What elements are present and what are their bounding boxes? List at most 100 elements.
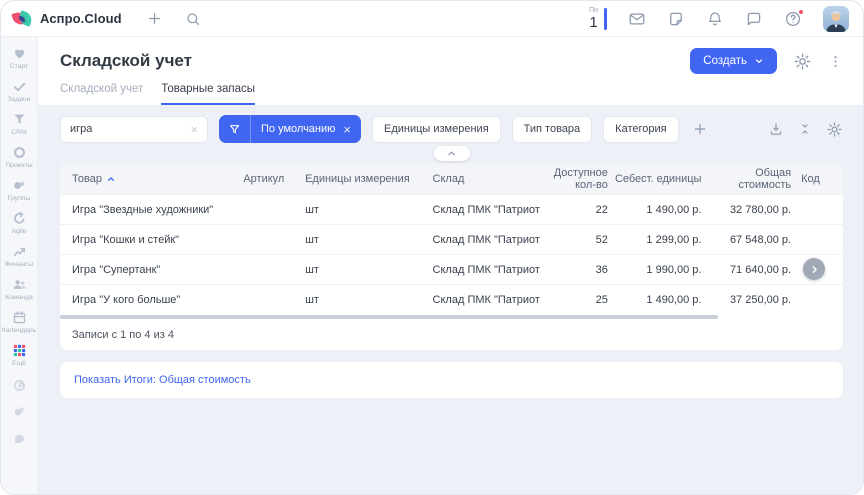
start-icon: [12, 46, 27, 61]
calendar-widget[interactable]: Пн 1: [589, 7, 607, 30]
column-header-warehouse[interactable]: Склад: [433, 173, 541, 185]
help-button[interactable]: [784, 10, 802, 28]
page-settings-button[interactable]: [793, 52, 812, 71]
row-open-button[interactable]: [803, 258, 825, 280]
scrollbar-thumb[interactable]: [60, 315, 718, 319]
column-header-qty[interactable]: Доступное кол-во: [540, 167, 608, 191]
table-header-row: Товар Артикул Единицы измерения Склад До…: [60, 163, 843, 194]
main-area: Складской учет Создать: [38, 37, 863, 494]
collapse-vertical-icon: [798, 122, 812, 136]
pinned-app-icon: [12, 378, 27, 393]
team-icon: [12, 277, 27, 292]
sidebar-item-projects[interactable]: Проекты: [1, 145, 37, 169]
sidebar-item-calendar[interactable]: Календарь: [1, 310, 37, 334]
pinned-app-icon: [12, 404, 27, 419]
sidebar-pinned-app-3[interactable]: [1, 430, 37, 445]
pinned-app-icon: [12, 430, 27, 445]
filter-chip-product-type[interactable]: Тип товара: [512, 116, 593, 143]
note-icon: [667, 10, 685, 28]
sidebar-item-team[interactable]: Команда: [1, 277, 37, 301]
column-header-unit-cost[interactable]: Себест. единицы: [608, 173, 702, 185]
global-search-button[interactable]: [185, 11, 201, 27]
stock-table: Товар Артикул Единицы измерения Склад До…: [60, 163, 843, 350]
table-row[interactable]: Игра "Звездные художники" шт Склад ПМК "…: [60, 194, 843, 224]
filter-chip-units[interactable]: Единицы измерения: [372, 116, 501, 143]
calendar-day: 1: [589, 15, 597, 30]
crm-funnel-icon: [12, 112, 27, 127]
tab-warehouse-accounting[interactable]: Складской учет: [60, 83, 143, 105]
table-row[interactable]: Игра "Кошки и стейк" шт Склад ПМК "Патри…: [60, 224, 843, 254]
kebab-menu-icon: [828, 54, 843, 69]
search-icon: [185, 11, 201, 27]
search-box: ×: [60, 116, 208, 143]
download-icon: [768, 121, 784, 137]
filter-preset-label: По умолчанию: [261, 123, 335, 135]
add-filter-button[interactable]: [692, 121, 708, 137]
chevron-down-icon: [754, 56, 764, 66]
search-input[interactable]: [70, 123, 190, 135]
finance-icon: [12, 244, 27, 259]
topbar: Аспро.Cloud Пн 1: [1, 1, 863, 37]
sidebar-item-agile[interactable]: Agile: [1, 211, 37, 235]
table-settings-button[interactable]: [826, 121, 843, 138]
column-header-total-cost[interactable]: Общая стоимость: [701, 167, 791, 191]
page-header: Складской учет Создать: [38, 37, 863, 105]
horizontal-scrollbar: [60, 314, 843, 320]
table-row[interactable]: Игра "У кого больше" шт Склад ПМК "Патри…: [60, 284, 843, 314]
column-header-code[interactable]: Код: [791, 173, 831, 185]
plus-icon: [146, 10, 163, 27]
chat-button[interactable]: [745, 10, 763, 28]
filter-bar: × По умолчанию × Единицы измерения Тип т…: [60, 115, 843, 143]
user-avatar[interactable]: [823, 6, 849, 32]
calendar-weekday: Пн: [589, 7, 598, 14]
mail-button[interactable]: [628, 10, 646, 28]
sidebar-item-crm[interactable]: CRM: [1, 112, 37, 136]
clear-search-button[interactable]: ×: [190, 123, 198, 136]
tabs: Складской учет Товарные запасы: [60, 83, 843, 105]
brand[interactable]: Аспро.Cloud: [13, 10, 122, 28]
groups-icon: [12, 178, 27, 193]
filter-chip-category[interactable]: Категория: [603, 116, 678, 143]
column-header-unit[interactable]: Единицы измерения: [305, 173, 432, 185]
sidebar: Старт Задачи CRM Проекты Группы Agile: [1, 37, 38, 494]
sidebar-item-start[interactable]: Старт: [1, 46, 37, 70]
more-options-button[interactable]: [828, 54, 843, 69]
tasks-icon: [12, 79, 27, 94]
calendar-accent-bar: [604, 8, 607, 30]
export-button[interactable]: [768, 121, 784, 137]
chevron-right-icon: [809, 264, 820, 275]
sidebar-item-groups[interactable]: Группы: [1, 178, 37, 202]
column-header-product[interactable]: Товар: [72, 173, 243, 185]
bell-icon: [706, 10, 724, 28]
notes-button[interactable]: [667, 10, 685, 28]
column-header-sku[interactable]: Артикул: [243, 173, 305, 185]
topbar-actions: Пн 1: [589, 6, 849, 32]
gear-icon: [826, 121, 843, 138]
more-apps-grid-icon: [12, 343, 27, 358]
create-quick-button[interactable]: [146, 10, 163, 27]
projects-icon: [12, 145, 27, 160]
chevron-up-icon: [446, 148, 457, 159]
sidebar-pinned-app-2[interactable]: [1, 404, 37, 419]
calendar-icon: [12, 310, 27, 325]
avatar-photo: [823, 6, 849, 32]
table-row[interactable]: Игра "Супертанк" шт Склад ПМК "Патриот 3…: [60, 254, 843, 284]
plus-icon: [692, 121, 708, 137]
notifications-button[interactable]: [706, 10, 724, 28]
sidebar-item-finance[interactable]: Финансы: [1, 244, 37, 268]
page-title: Складской учет: [60, 51, 192, 71]
chat-icon: [745, 10, 763, 28]
collapse-rows-button[interactable]: [798, 122, 812, 136]
mail-icon: [628, 10, 646, 28]
show-totals-link[interactable]: Показать Итоги: Общая стоимость: [74, 374, 251, 386]
collapse-filters-pill[interactable]: [434, 146, 470, 161]
tab-stock[interactable]: Товарные запасы: [161, 83, 255, 105]
sidebar-item-more[interactable]: Ещё: [1, 343, 37, 367]
create-button[interactable]: Создать: [690, 48, 777, 74]
totals-card: Показать Итоги: Общая стоимость: [60, 362, 843, 398]
sidebar-pinned-app-1[interactable]: [1, 378, 37, 393]
sidebar-item-tasks[interactable]: Задачи: [1, 79, 37, 103]
filter-preset-chip[interactable]: По умолчанию ×: [219, 115, 361, 143]
sort-asc-icon: [106, 174, 116, 184]
remove-preset-button[interactable]: ×: [343, 123, 351, 136]
